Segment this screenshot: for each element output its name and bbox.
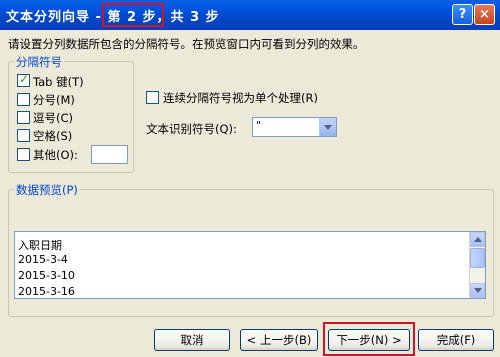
- instructions-text: 请设置分列数据所包含的分隔符号。在预览窗口内可看到分列的效果。: [8, 37, 365, 51]
- preview-row: 2015-3-10: [18, 269, 75, 282]
- tab-label[interactable]: Tab 键(T): [33, 74, 84, 90]
- preview-pane[interactable]: 入职日期 2015-3-4 2015-3-10 2015-3-16: [14, 231, 486, 299]
- chevron-down-icon[interactable]: [319, 118, 336, 136]
- scroll-up-icon[interactable]: [470, 232, 485, 247]
- title-bar[interactable]: 文本分列向导 - 第 2 步，共 3 步 ? ×: [0, 0, 500, 30]
- text-qualifier-value: ": [256, 119, 262, 132]
- scroll-thumb[interactable]: [470, 248, 485, 268]
- cancel-button[interactable]: 取消: [154, 329, 230, 351]
- other-delimiter-input[interactable]: [91, 145, 128, 164]
- help-button[interactable]: ?: [452, 4, 473, 25]
- preview-row: 入职日期: [18, 239, 62, 252]
- preview-vertical-scrollbar[interactable]: [469, 232, 485, 298]
- consecutive-checkbox[interactable]: [146, 91, 159, 104]
- step-highlight-annotation: [102, 3, 164, 27]
- text-qualifier-select[interactable]: ": [252, 117, 337, 137]
- other-label[interactable]: 其他(O):: [33, 147, 78, 163]
- consecutive-label[interactable]: 连续分隔符号视为单个处理(R): [163, 90, 318, 106]
- semicolon-checkbox[interactable]: [17, 93, 30, 106]
- preview-row: 2015-3-4: [18, 253, 68, 266]
- finish-button[interactable]: 完成(F): [418, 329, 494, 351]
- delimiters-group-label: 分隔符号: [14, 54, 64, 70]
- tab-checkbox[interactable]: [17, 72, 30, 87]
- next-highlight-annotation: [323, 322, 415, 356]
- text-qualifier-label: 文本识别符号(Q):: [146, 122, 237, 136]
- comma-label[interactable]: 逗号(C): [33, 110, 73, 126]
- back-button[interactable]: < 上一步(B): [240, 329, 318, 351]
- close-button[interactable]: ×: [474, 4, 495, 25]
- preview-group-label: 数据预览(P): [14, 182, 80, 198]
- space-checkbox[interactable]: [17, 129, 30, 142]
- space-label[interactable]: 空格(S): [33, 128, 72, 144]
- comma-checkbox[interactable]: [17, 111, 30, 124]
- preview-row: 2015-3-16: [18, 285, 75, 298]
- other-checkbox[interactable]: [17, 148, 30, 161]
- semicolon-label[interactable]: 分号(M): [33, 92, 75, 108]
- scroll-down-icon[interactable]: [470, 283, 485, 298]
